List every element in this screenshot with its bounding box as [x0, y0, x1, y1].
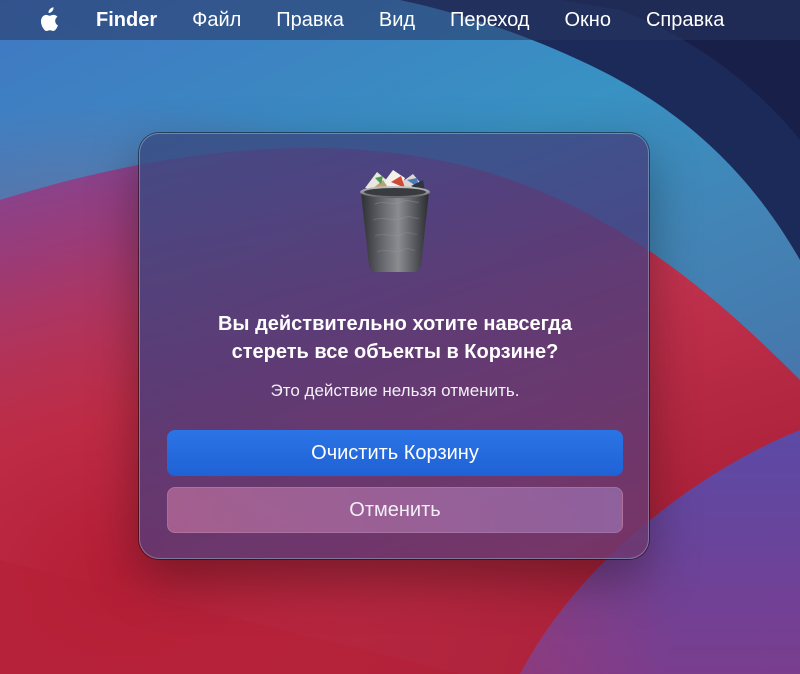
menu-window[interactable]: Окно [564, 0, 610, 40]
menu-bar: Finder Файл Правка Вид Переход Окно Спра… [0, 0, 800, 40]
empty-trash-dialog: Вы действительно хотите навсегда стереть… [139, 133, 649, 559]
dialog-message: Это действие нельзя отменить. [270, 381, 520, 400]
menu-edit[interactable]: Правка [276, 0, 344, 40]
menu-finder[interactable]: Finder [96, 0, 157, 40]
dialog-title-line1: Вы действительно хотите навсегда [217, 313, 572, 335]
menu-file[interactable]: Файл [192, 0, 241, 40]
cancel-button[interactable]: Отменить [167, 487, 623, 533]
empty-trash-button[interactable]: Очистить Корзину [167, 430, 623, 476]
apple-logo-icon[interactable] [35, 7, 61, 33]
menu-go[interactable]: Переход [450, 0, 529, 40]
trash-full-icon [360, 170, 430, 272]
dialog-title: Вы действительно хотите навсегда стереть… [160, 310, 630, 366]
desktop: Finder Файл Правка Вид Переход Окно Спра… [0, 0, 800, 674]
menu-view[interactable]: Вид [379, 0, 415, 40]
dialog-title-line2: стереть все объекты в Корзине? [231, 341, 559, 363]
menu-help[interactable]: Справка [646, 0, 724, 40]
